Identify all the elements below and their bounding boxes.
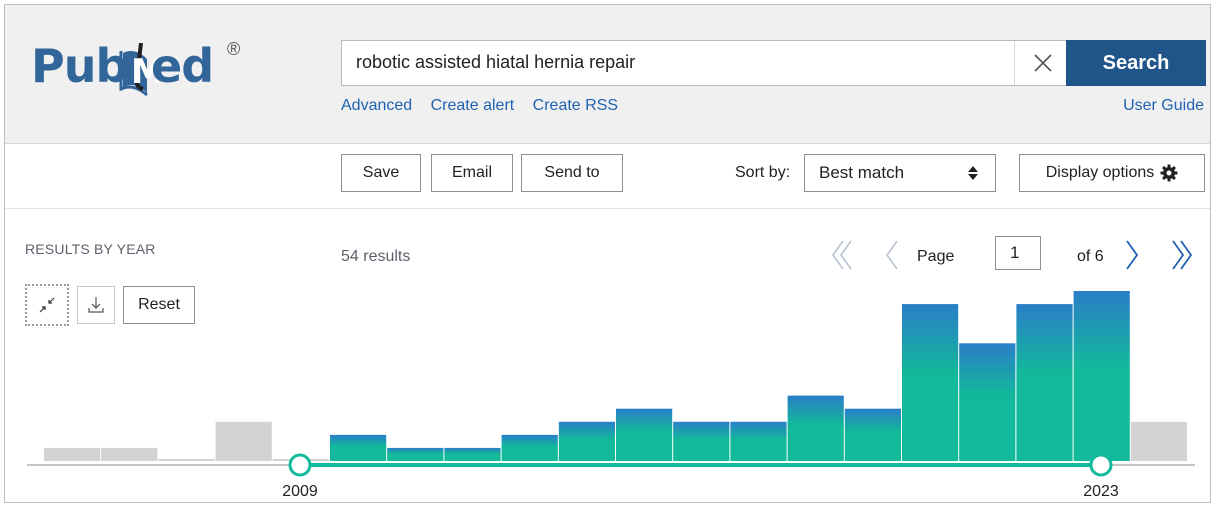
create-alert-link[interactable]: Create alert (431, 97, 515, 114)
create-rss-link[interactable]: Create RSS (533, 97, 618, 114)
search-input[interactable] (356, 52, 996, 73)
display-options-button[interactable]: Display options (1019, 154, 1205, 192)
histogram-bar[interactable] (215, 421, 272, 461)
clear-search-button[interactable] (1014, 41, 1070, 85)
histogram-bar[interactable] (158, 459, 215, 461)
histogram-bar[interactable] (444, 447, 501, 461)
chevron-right-icon[interactable] (1126, 240, 1139, 270)
histogram-bar[interactable] (272, 459, 329, 461)
chevron-left-icon[interactable] (886, 240, 898, 270)
histogram-bar[interactable] (616, 408, 673, 461)
histogram-bar[interactable] (1130, 421, 1187, 461)
results-count: 54 results (341, 248, 411, 265)
download-chart-button[interactable] (77, 286, 115, 324)
search-links: Advanced Create alert Create RSS (341, 97, 632, 115)
range-end-handle[interactable] (1089, 453, 1113, 477)
user-guide-link[interactable]: User Guide (1123, 97, 1204, 115)
histogram-bar[interactable] (501, 434, 558, 461)
save-button[interactable]: Save (341, 154, 421, 192)
histogram-bar[interactable] (1016, 304, 1073, 461)
histogram-bar[interactable] (44, 447, 101, 461)
download-icon (88, 297, 104, 313)
x-tick-label-end: 2023 (1083, 483, 1119, 500)
logo-registered-mark: ® (227, 39, 241, 59)
page-number-input[interactable]: 1 (995, 236, 1041, 270)
collapse-arrows-icon (39, 297, 55, 313)
display-options-label: Display options (1045, 164, 1155, 181)
gear-icon (1160, 164, 1178, 182)
pubmed-window: Pub M ed ® Search Advanced Create alert … (4, 4, 1211, 503)
histogram-bar[interactable] (673, 421, 730, 461)
collapse-chart-button[interactable] (25, 284, 69, 326)
histogram-bar[interactable] (558, 421, 615, 461)
histogram-bar[interactable] (787, 395, 844, 461)
logo-ed-text: ed (151, 39, 214, 93)
double-chevron-left-icon[interactable] (832, 240, 852, 270)
results-toolbar: Save Email Send to Sort by: Best match D… (5, 144, 1210, 209)
results-by-year-title: RESULTS BY YEAR (25, 241, 156, 257)
histogram-bar[interactable] (730, 421, 787, 461)
histogram-bar[interactable] (844, 408, 901, 461)
range-start-handle[interactable] (288, 453, 312, 477)
close-icon (1033, 54, 1052, 72)
histogram-bar[interactable] (101, 447, 158, 461)
pubmed-logo[interactable]: Pub M ed ® (31, 39, 271, 99)
page-total: of 6 (1077, 248, 1104, 265)
histogram-bar[interactable] (330, 434, 387, 461)
histogram-bar[interactable] (1073, 291, 1130, 461)
histogram-bar[interactable] (387, 447, 444, 461)
histogram-bar[interactable] (959, 343, 1016, 461)
x-tick-label-start: 2009 (282, 483, 318, 500)
sort-select[interactable]: Best match (804, 154, 996, 192)
send-to-button[interactable]: Send to (521, 154, 623, 192)
search-button[interactable]: Search (1066, 40, 1206, 86)
reset-chart-button[interactable]: Reset (123, 286, 195, 324)
sort-arrows-icon (968, 166, 978, 180)
header: Pub M ed ® Search Advanced Create alert … (5, 5, 1210, 144)
sort-by-label: Sort by: (735, 164, 791, 181)
double-chevron-right-icon[interactable] (1172, 240, 1193, 270)
logo-pub-text: Pub (31, 39, 128, 93)
search-field[interactable] (341, 40, 1071, 86)
sort-value: Best match (819, 163, 905, 182)
page-label: Page (917, 248, 955, 265)
advanced-link[interactable]: Advanced (341, 97, 412, 114)
email-button[interactable]: Email (431, 154, 513, 192)
histogram-bar[interactable] (902, 304, 959, 461)
